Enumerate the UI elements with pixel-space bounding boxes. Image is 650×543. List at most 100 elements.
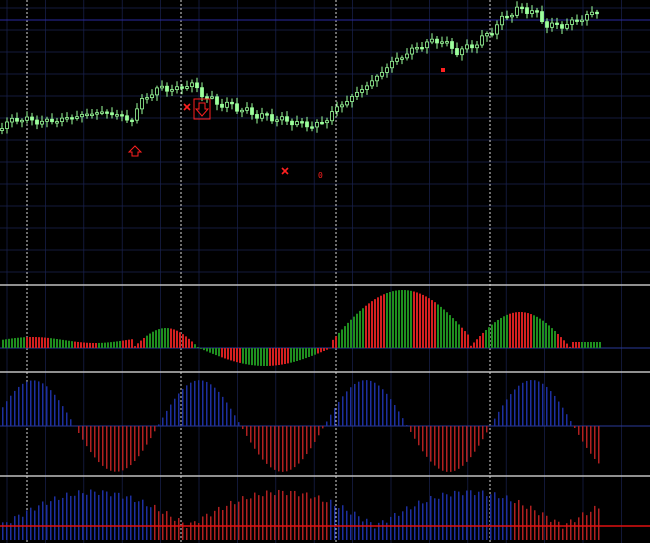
histogram-bar (250, 426, 252, 443)
histogram-bar (82, 426, 84, 440)
candle-body (230, 101, 234, 105)
trading-chart-canvas[interactable]: 0 (0, 0, 650, 543)
histogram-bar (410, 290, 412, 348)
histogram-bar (262, 426, 264, 460)
histogram-bar (434, 498, 436, 540)
histogram-bar (102, 490, 104, 540)
histogram-bar (322, 501, 324, 540)
histogram-bar (314, 497, 316, 540)
histogram-bar (74, 495, 76, 540)
histogram-bar (371, 301, 373, 348)
histogram-bar (23, 337, 25, 348)
histogram-bar (358, 381, 360, 426)
histogram-bar (494, 492, 496, 540)
candle-body (565, 24, 569, 29)
histogram-bar (323, 348, 325, 351)
histogram-bar (30, 380, 32, 426)
candle-body (290, 120, 294, 126)
histogram-bar (338, 508, 340, 540)
histogram-bar (62, 497, 64, 540)
histogram-bar (266, 490, 268, 540)
candle-body (585, 14, 589, 21)
histogram-bar (509, 313, 511, 348)
histogram-bar (78, 426, 80, 433)
histogram-bar (248, 348, 250, 365)
candle-body (70, 117, 74, 120)
histogram-bar (322, 426, 324, 429)
histogram-bar (101, 342, 103, 348)
histogram-bar (107, 342, 109, 348)
histogram-bar (542, 320, 544, 348)
histogram-bar (414, 426, 416, 439)
red-square-dot-icon (441, 68, 445, 72)
histogram-bar (146, 506, 148, 540)
histogram-bar (438, 498, 440, 540)
histogram-bar (524, 312, 526, 348)
histogram-bar (66, 412, 68, 426)
histogram-bar (197, 347, 199, 348)
candle-body (295, 121, 299, 126)
histogram-bar (190, 382, 192, 426)
histogram-bar (593, 342, 595, 348)
histogram-bar (426, 426, 428, 457)
histogram-bar (158, 329, 160, 348)
histogram-bar (440, 306, 442, 348)
histogram-bar (390, 399, 392, 426)
histogram-bar (200, 348, 202, 349)
candle-body (445, 41, 449, 44)
histogram-bar (54, 394, 56, 426)
candle-body (415, 47, 419, 50)
histogram-bar (474, 495, 476, 540)
histogram-bar (65, 340, 67, 348)
candle-body (35, 119, 39, 125)
histogram-bar (194, 344, 196, 348)
histogram-bar (486, 426, 488, 433)
candle-body (360, 89, 364, 93)
histogram-bar (166, 410, 168, 426)
candle-body (95, 112, 99, 115)
histogram-bar (222, 510, 224, 540)
histogram-bar (344, 326, 346, 348)
histogram-bar (86, 494, 88, 540)
histogram-bar (506, 495, 508, 540)
histogram-bar (140, 340, 142, 348)
histogram-bar (269, 348, 271, 366)
candle-body (45, 118, 49, 122)
histogram-bar (230, 500, 232, 540)
histogram-bar (574, 522, 576, 540)
histogram-bar (263, 348, 265, 366)
histogram-bar (251, 348, 253, 366)
histogram-bar (178, 393, 180, 426)
candle-body (50, 118, 54, 123)
histogram-bar (234, 504, 236, 540)
histogram-bar (2, 407, 4, 426)
histogram-bar (222, 396, 224, 426)
histogram-bar (17, 337, 19, 348)
histogram-bar (77, 341, 79, 348)
histogram-bar (26, 381, 28, 426)
histogram-bar (278, 426, 280, 472)
histogram-bar (143, 338, 145, 348)
histogram-bar (406, 506, 408, 540)
candle-body (125, 115, 129, 121)
candle-body (450, 41, 454, 49)
candle-body (220, 103, 224, 108)
histogram-bar (458, 491, 460, 540)
histogram-bar (185, 336, 187, 348)
histogram-bar (590, 342, 592, 348)
histogram-bar (270, 426, 272, 468)
histogram-bar (414, 506, 416, 540)
histogram-bar (521, 312, 523, 348)
histogram-bar (282, 490, 284, 540)
histogram-bar (491, 324, 493, 348)
histogram-bar (510, 394, 512, 426)
histogram-bar (569, 346, 571, 348)
histogram-bar (566, 414, 568, 426)
candle-body (380, 72, 384, 77)
histogram-bar (455, 321, 457, 348)
histogram-bar (134, 502, 136, 540)
histogram-bar (206, 348, 208, 352)
candle-body (405, 53, 409, 59)
candle-body (545, 21, 549, 28)
candle-body (55, 121, 59, 124)
